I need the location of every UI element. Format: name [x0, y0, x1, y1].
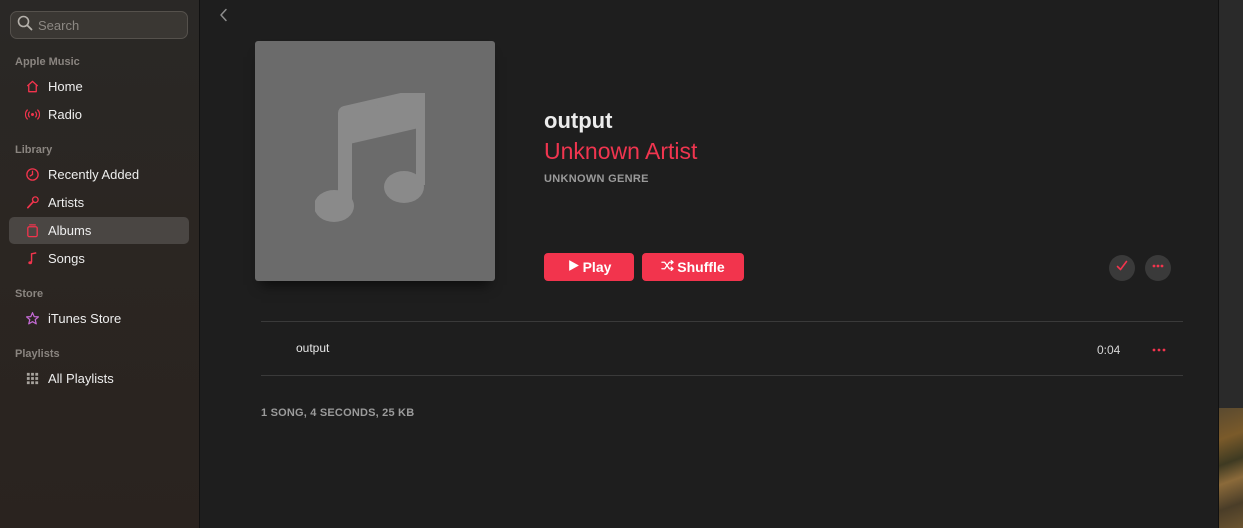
track-duration: 0:04 — [1097, 343, 1121, 357]
clock-icon — [25, 167, 40, 182]
radio-icon — [25, 107, 40, 122]
table-row[interactable]: output 0:04 — [261, 322, 1183, 375]
search-input[interactable] — [38, 17, 178, 33]
sidebar-item-songs[interactable]: Songs — [9, 245, 189, 272]
album-artist[interactable]: Unknown Artist — [544, 138, 697, 165]
microphone-icon — [25, 195, 40, 210]
sidebar-item-label: Radio — [48, 107, 82, 122]
shuffle-icon — [661, 259, 677, 275]
divider — [261, 375, 1183, 376]
sidebar: Apple Music Home Radio Library Recently … — [0, 0, 200, 528]
search-field[interactable] — [10, 11, 188, 39]
ellipsis-icon — [1151, 259, 1165, 278]
ellipsis-icon — [1151, 340, 1167, 358]
album-title: output — [544, 108, 613, 133]
sidebar-item-recently-added[interactable]: Recently Added — [9, 161, 189, 188]
play-button[interactable]: Play — [544, 253, 634, 281]
shuffle-label: Shuffle — [677, 259, 725, 275]
sidebar-item-radio[interactable]: Radio — [9, 101, 189, 128]
sidebar-item-itunes-store[interactable]: iTunes Store — [9, 305, 189, 332]
grid-icon — [25, 371, 40, 386]
section-label-playlists: Playlists — [15, 348, 60, 360]
sidebar-item-home[interactable]: Home — [9, 73, 189, 100]
star-icon — [25, 311, 40, 326]
sidebar-item-label: iTunes Store — [48, 311, 122, 326]
back-button[interactable] — [215, 8, 233, 26]
track-more-button[interactable] — [1149, 340, 1169, 358]
chevron-left-icon — [219, 8, 229, 27]
music-note-icon — [25, 251, 40, 266]
search-icon — [17, 15, 33, 36]
section-label-apple-music: Apple Music — [15, 56, 80, 68]
album-summary: 1 SONG, 4 SECONDS, 25 KB — [261, 407, 415, 419]
desktop-wallpaper — [1219, 408, 1243, 528]
album-artwork — [255, 41, 495, 281]
sidebar-item-albums[interactable]: Albums — [9, 217, 189, 244]
sidebar-item-label: Artists — [48, 195, 85, 210]
sidebar-item-all-playlists[interactable]: All Playlists — [9, 365, 189, 392]
added-to-library-button[interactable] — [1109, 255, 1135, 281]
sidebar-item-artists[interactable]: Artists — [9, 189, 189, 216]
sidebar-item-label: Home — [48, 79, 83, 94]
sidebar-item-label: All Playlists — [48, 371, 114, 386]
sidebar-item-label: Recently Added — [48, 167, 140, 182]
play-icon — [567, 259, 583, 275]
play-label: Play — [582, 259, 612, 275]
sidebar-item-label: Songs — [48, 251, 85, 266]
sidebar-item-label: Albums — [48, 223, 92, 238]
album-icon — [25, 223, 40, 238]
section-label-store: Store — [15, 288, 44, 300]
main-content: output Unknown Artist UNKNOWN GENRE Play… — [201, 0, 1218, 528]
album-more-button[interactable] — [1145, 255, 1171, 281]
shuffle-button[interactable]: Shuffle — [642, 253, 744, 281]
album-genre: UNKNOWN GENRE — [544, 173, 649, 185]
home-icon — [25, 79, 40, 94]
section-label-library: Library — [15, 144, 53, 156]
checkmark-icon — [1115, 259, 1129, 278]
track-title: output — [296, 341, 330, 355]
